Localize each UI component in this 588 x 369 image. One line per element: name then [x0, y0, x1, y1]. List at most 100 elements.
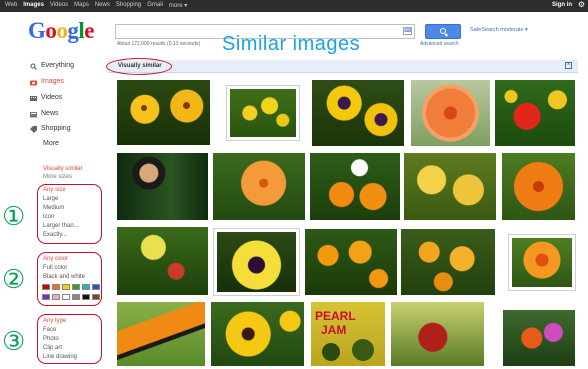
sidebar-item-more[interactable]: More	[43, 140, 59, 147]
filter-more-sizes[interactable]: More sizes	[43, 174, 72, 180]
image-result[interactable]	[502, 153, 575, 220]
sidebar-item-label: Images	[41, 78, 64, 85]
color-swatch[interactable]	[52, 294, 60, 300]
nav-shopping[interactable]: Shopping	[116, 2, 141, 9]
nav-gmail[interactable]: Gmail	[147, 2, 163, 9]
nav-images[interactable]: Images	[23, 2, 44, 9]
image-result[interactable]	[503, 310, 575, 366]
sidebar-item-shopping[interactable]: Shopping	[30, 125, 71, 133]
image-result[interactable]	[310, 153, 400, 220]
sidebar-item-videos[interactable]: Videos	[30, 94, 62, 101]
flower-center	[141, 105, 147, 111]
close-icon[interactable]: ×	[565, 62, 572, 69]
search-icon	[440, 28, 446, 34]
logo-letter: o	[45, 18, 57, 43]
image-result[interactable]	[312, 80, 404, 146]
safesearch-dropdown[interactable]: SafeSearch moderate ▾	[470, 27, 528, 33]
similar-images-overlay-title: Similar images	[222, 33, 361, 55]
image-result[interactable]	[495, 80, 575, 146]
nav-maps[interactable]: Maps	[74, 2, 89, 9]
sidebar-item-images[interactable]: Images	[30, 78, 64, 85]
color-swatches-row-1	[42, 284, 100, 290]
filter-larger-than[interactable]: Larger than...	[43, 223, 79, 229]
visually-similar-highlight	[106, 58, 172, 75]
filter-icon[interactable]: Icon	[43, 214, 54, 220]
filter-clip-art[interactable]: Clip art	[43, 345, 62, 351]
tag-icon	[30, 125, 37, 133]
svg-text:PEARL: PEARL	[315, 309, 356, 323]
filter-medium[interactable]: Medium	[43, 205, 64, 211]
search-button[interactable]	[425, 24, 461, 39]
newspaper-icon	[30, 111, 37, 117]
filter-black-and-white[interactable]: Black and white	[43, 274, 85, 280]
nav-videos[interactable]: Videos	[50, 2, 68, 9]
color-swatch[interactable]	[42, 284, 50, 290]
color-swatch[interactable]	[52, 284, 60, 290]
image-result[interactable]	[411, 80, 490, 146]
image-result[interactable]	[227, 86, 299, 140]
image-result[interactable]	[305, 229, 397, 295]
color-swatch[interactable]	[72, 294, 80, 300]
sidebar-item-everything[interactable]: Everything	[30, 62, 75, 70]
search-icon	[30, 63, 37, 70]
filter-line-drawing[interactable]: Line drawing	[43, 354, 77, 360]
advanced-search-link[interactable]: Advanced search	[420, 41, 459, 47]
logo-letter: o	[56, 18, 68, 43]
color-swatch[interactable]	[72, 284, 80, 290]
filter-full-color[interactable]: Full color	[43, 265, 67, 271]
logo-letter: G	[28, 18, 46, 43]
sign-in-link[interactable]: Sign in	[552, 2, 572, 8]
sidebar-item-label: Everything	[41, 62, 75, 69]
filter-any-type[interactable]: Any type	[43, 318, 66, 324]
color-swatch[interactable]	[62, 284, 70, 290]
nav-web[interactable]: Web	[5, 2, 17, 9]
color-swatch[interactable]	[42, 294, 50, 300]
sidebar-item-label: Videos	[41, 94, 63, 101]
filter-large[interactable]: Large	[43, 196, 58, 202]
color-swatch[interactable]	[82, 294, 90, 300]
gear-icon[interactable]: ⚙	[578, 1, 585, 9]
image-result[interactable]	[404, 153, 496, 220]
camera-icon	[30, 79, 37, 85]
image-result[interactable]	[213, 153, 305, 220]
annotation-number-2: ②	[2, 264, 26, 294]
top-nav-links: Web Images Videos Maps News Shopping Gma…	[5, 2, 187, 9]
image-result[interactable]	[211, 302, 304, 366]
color-swatch[interactable]	[62, 294, 70, 300]
image-result[interactable]: PEARL JAM	[311, 302, 385, 366]
color-swatch[interactable]	[92, 284, 100, 290]
color-swatch[interactable]	[92, 294, 100, 300]
image-result[interactable]	[401, 229, 495, 295]
sidebar-item-news[interactable]: News	[30, 110, 59, 117]
image-result[interactable]	[391, 302, 484, 366]
logo-letter: g	[67, 18, 79, 43]
results-header-bar: Visually similar ×	[108, 60, 578, 73]
color-swatch[interactable]	[82, 284, 90, 290]
google-logo[interactable]: Google	[28, 18, 94, 44]
filter-photo[interactable]: Photo	[43, 336, 59, 342]
annotation-number-3: ③	[2, 326, 26, 356]
image-result[interactable]	[509, 235, 575, 290]
filter-visually-similar[interactable]: Visually similar	[43, 166, 83, 172]
film-icon	[30, 95, 37, 101]
nav-more[interactable]: more ▾	[169, 2, 187, 9]
sidebar-item-label: News	[41, 110, 59, 117]
color-swatches-row-2	[42, 294, 100, 300]
image-result[interactable]	[214, 229, 299, 295]
filter-any-size[interactable]: Any size	[43, 187, 66, 193]
flower-center	[183, 102, 190, 109]
logo-letter: e	[84, 18, 94, 43]
image-result[interactable]	[117, 302, 205, 366]
image-result[interactable]	[117, 80, 210, 145]
nav-news[interactable]: News	[95, 2, 110, 9]
sidebar-item-label: More	[43, 140, 59, 147]
pearl-jam-artwork: PEARL JAM	[315, 309, 374, 361]
filter-exactly[interactable]: Exactly...	[43, 232, 67, 238]
annotation-number-1: ①	[2, 201, 26, 231]
filter-any-color[interactable]: Any color	[43, 256, 68, 262]
top-navigation-bar: Web Images Videos Maps News Shopping Gma…	[0, 0, 588, 12]
filter-face[interactable]: Face	[43, 327, 56, 333]
image-result[interactable]	[117, 153, 208, 220]
image-result[interactable]	[117, 227, 208, 295]
keyboard-icon[interactable]: ⌨	[403, 27, 412, 35]
